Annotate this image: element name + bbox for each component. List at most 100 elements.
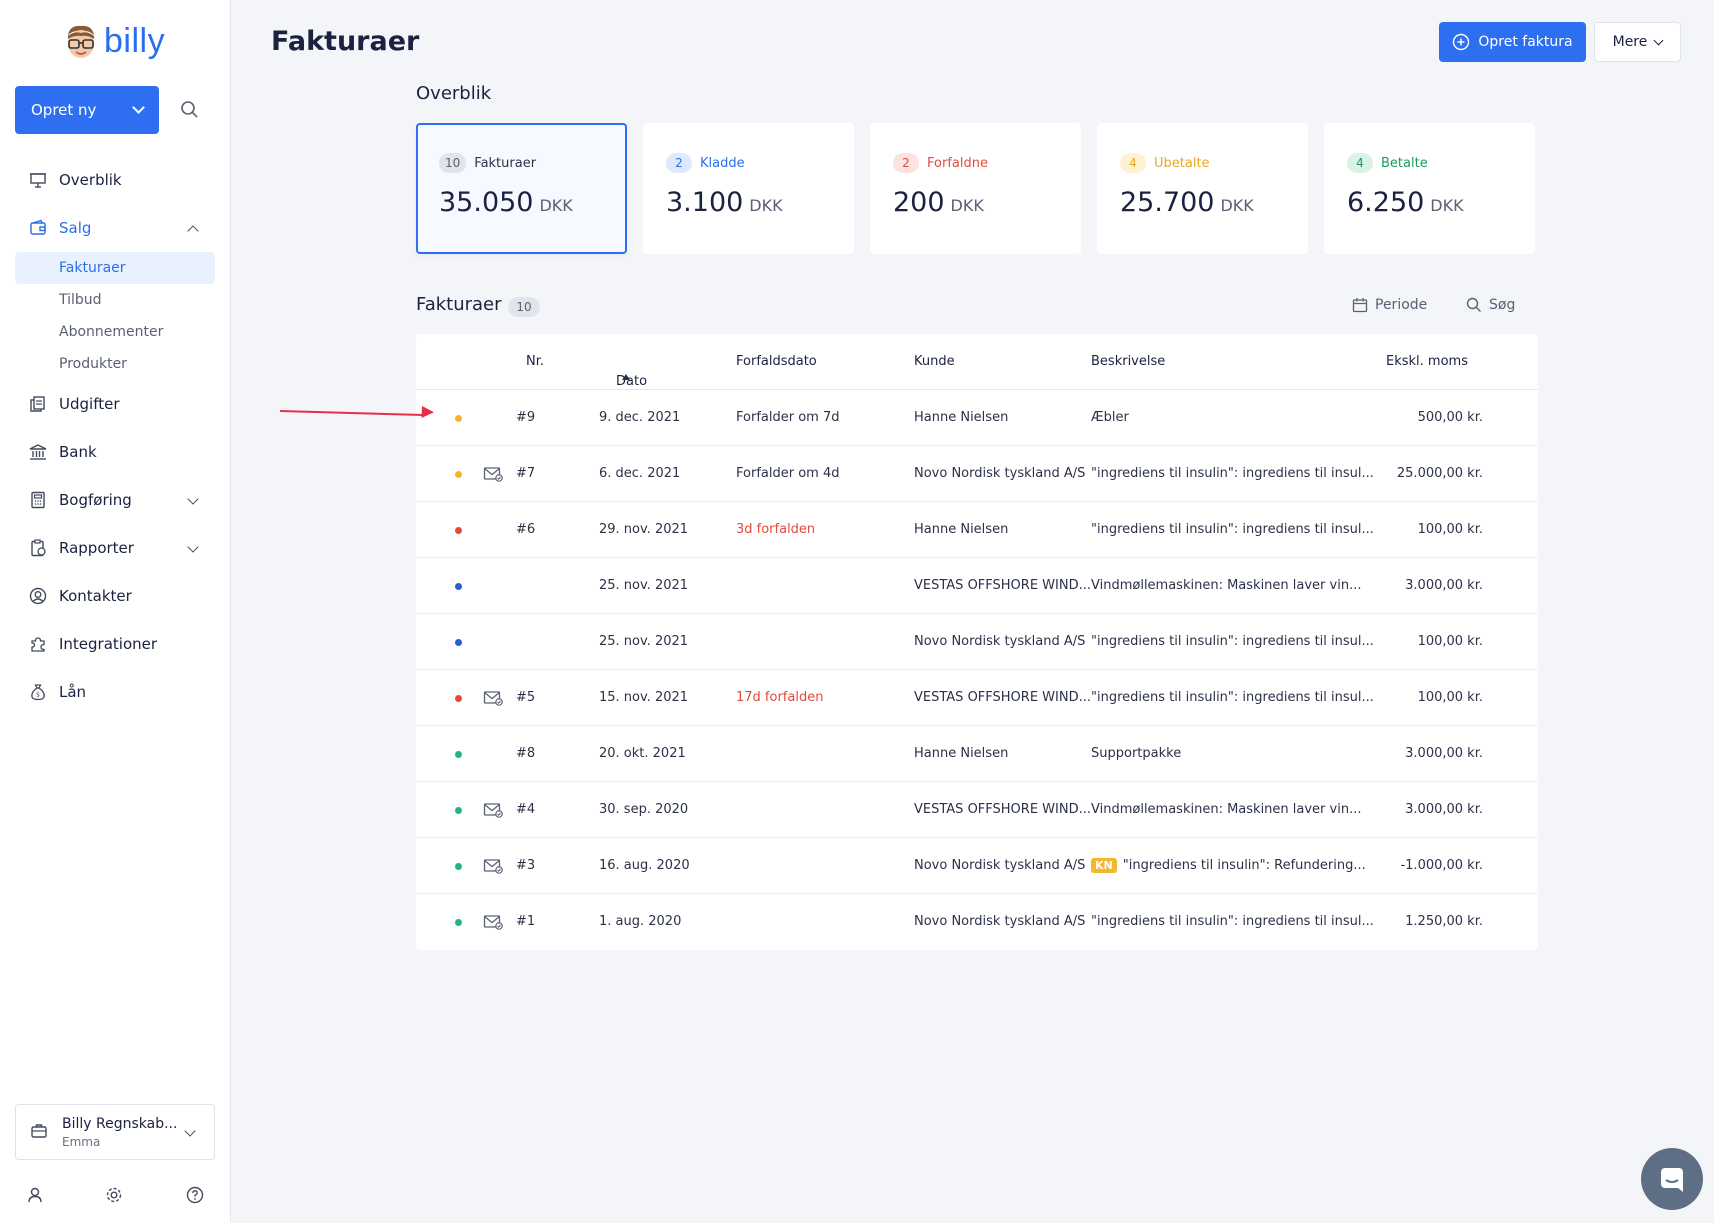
more-label: Mere: [1612, 34, 1648, 50]
sidebar-item-label: Kontakter: [59, 587, 132, 605]
cell-amount: 100,00 kr.: [1417, 634, 1483, 649]
chevron-down-icon: [187, 493, 199, 505]
sidebar-subitem-tilbud[interactable]: Tilbud: [15, 284, 215, 316]
help-icon[interactable]: [186, 1186, 206, 1206]
column-nr[interactable]: Nr.: [526, 354, 544, 369]
table-row[interactable]: 25. nov. 2021 VESTAS OFFSHORE WIND... Vi…: [416, 558, 1538, 614]
chevron-down-icon: [1653, 35, 1664, 45]
overview-card-betalte[interactable]: 4 Betalte 6.250 DKK: [1324, 123, 1535, 254]
card-label: Fakturaer: [474, 155, 537, 171]
table-row[interactable]: 25. nov. 2021 Novo Nordisk tyskland A/S …: [416, 614, 1538, 670]
sidebar-item-label: Salg: [59, 219, 92, 237]
billy-logo[interactable]: billy: [64, 22, 165, 61]
card-amount-unit: DKK: [950, 196, 984, 215]
table-row[interactable]: #5 15. nov. 2021 17d forfalden VESTAS OF…: [416, 670, 1538, 726]
card-amount: 6.250 DKK: [1347, 187, 1512, 218]
column-customer[interactable]: Kunde: [914, 354, 955, 369]
search-icon: [1466, 297, 1482, 313]
sidebar-item-bogforing[interactable]: Bogføring: [0, 476, 231, 524]
table-body: #9 9. dec. 2021 Forfalder om 7d Hanne Ni…: [416, 390, 1538, 950]
card-amount: 25.700 DKK: [1120, 187, 1285, 218]
user-icon[interactable]: [26, 1186, 46, 1206]
sidebar-item-kontakter[interactable]: Kontakter: [0, 572, 231, 620]
table-header: Nr. Dato Forfaldsdato Kunde Beskrivelse …: [416, 334, 1538, 390]
receipt-icon: [28, 394, 48, 414]
annotation-arrow-icon: [279, 406, 434, 418]
cell-due: Forfalder om 7d: [736, 410, 840, 425]
table-search[interactable]: Søg: [1466, 297, 1515, 313]
sidebar-item-label: Bogføring: [59, 491, 132, 509]
card-amount: 200 DKK: [893, 187, 1058, 218]
status-dot-icon: [455, 639, 462, 646]
cell-customer: Novo Nordisk tyskland A/S: [914, 634, 1086, 649]
mail-sent-icon: [483, 913, 503, 931]
status-dot-icon: [455, 415, 462, 422]
sidebar-item-label: Bank: [59, 443, 97, 461]
cell-date: 25. nov. 2021: [599, 634, 689, 649]
search-icon[interactable]: [180, 100, 200, 120]
period-filter[interactable]: Periode: [1352, 297, 1427, 313]
chevron-down-icon: [132, 101, 145, 114]
briefcase-icon: [30, 1122, 50, 1142]
sidebar-subitem-abonnementer[interactable]: Abonnementer: [15, 316, 215, 348]
chat-button[interactable]: [1641, 1148, 1703, 1210]
table-row[interactable]: #8 20. okt. 2021 Hanne Nielsen Supportpa…: [416, 726, 1538, 782]
cell-date: 20. okt. 2021: [599, 746, 686, 761]
cell-description: "ingrediens til insulin": ingrediens til…: [1091, 914, 1374, 929]
sidebar-item-overblik[interactable]: Overblik: [0, 156, 231, 204]
cell-description-text: "ingrediens til insulin": ingrediens til…: [1091, 522, 1374, 537]
card-label: Betalte: [1381, 155, 1428, 171]
cell-date: 29. nov. 2021: [599, 522, 689, 537]
sidebar-subitem-fakturaer[interactable]: Fakturaer: [15, 252, 215, 284]
create-invoice-button[interactable]: Opret faktura: [1439, 22, 1586, 62]
sidebar-item-bank[interactable]: Bank: [0, 428, 231, 476]
overview-card-ubetalte[interactable]: 4 Ubetalte 25.700 DKK: [1097, 123, 1308, 254]
card-header: 2 Kladde: [666, 153, 831, 173]
sidebar-footer: [0, 1186, 231, 1210]
card-amount-unit: DKK: [1220, 196, 1254, 215]
table-row[interactable]: #7 6. dec. 2021 Forfalder om 4d Novo Nor…: [416, 446, 1538, 502]
card-amount: 3.100 DKK: [666, 187, 831, 218]
cell-description-text: "ingrediens til insulin": Refundering...: [1122, 858, 1366, 873]
table-row[interactable]: #9 9. dec. 2021 Forfalder om 7d Hanne Ni…: [416, 390, 1538, 446]
table-row[interactable]: #4 30. sep. 2020 VESTAS OFFSHORE WIND...…: [416, 782, 1538, 838]
cell-date: 1. aug. 2020: [599, 914, 682, 929]
chevron-down-icon: [184, 1125, 196, 1137]
table-row[interactable]: #3 16. aug. 2020 Novo Nordisk tyskland A…: [416, 838, 1538, 894]
create-new-button[interactable]: Opret ny: [15, 86, 159, 134]
chevron-down-icon: [187, 541, 199, 553]
sidebar-item-udgifter[interactable]: Udgifter: [0, 380, 231, 428]
cell-due: Forfalder om 4d: [736, 466, 840, 481]
table-row[interactable]: #1 1. aug. 2020 Novo Nordisk tyskland A/…: [416, 894, 1538, 950]
cell-nr: #8: [516, 746, 536, 761]
overview-cards: 10 Fakturaer 35.050 DKK 2 Kladde 3.100 DKK…: [416, 123, 1535, 254]
overview-card-forfaldne[interactable]: 2 Forfaldne 200 DKK: [870, 123, 1081, 254]
gear-icon[interactable]: [105, 1186, 125, 1206]
cell-description-text: Vindmøllemaskinen: Maskinen laver vin...: [1091, 802, 1362, 817]
card-amount-unit: DKK: [749, 196, 783, 215]
column-due[interactable]: Forfaldsdato: [736, 354, 817, 369]
overview-card-fakturaer[interactable]: 10 Fakturaer 35.050 DKK: [416, 123, 627, 254]
report-icon: [28, 538, 48, 558]
sidebar-item-lan[interactable]: $ Lån: [0, 668, 231, 716]
cell-nr: #5: [516, 690, 536, 705]
overview-card-kladde[interactable]: 2 Kladde 3.100 DKK: [643, 123, 854, 254]
column-amount[interactable]: Ekskl. moms: [1386, 354, 1468, 369]
card-header: 4 Betalte: [1347, 153, 1512, 173]
cell-description: KN "ingrediens til insulin": Refundering.…: [1091, 858, 1366, 873]
column-description[interactable]: Beskrivelse: [1091, 354, 1165, 369]
sidebar-subitem-produkter[interactable]: Produkter: [15, 348, 215, 380]
sidebar-item-salg[interactable]: Salg: [0, 204, 231, 252]
invoices-toolbar: Fakturaer 10 Periode Søg: [416, 294, 1538, 318]
more-button[interactable]: Mere: [1594, 22, 1681, 62]
mail-sent-icon: [483, 801, 503, 819]
account-switcher[interactable]: Billy Regnskab... Emma: [15, 1104, 215, 1160]
sidebar-item-label: Lån: [59, 683, 87, 701]
calendar-icon: [1352, 297, 1368, 313]
cell-customer: VESTAS OFFSHORE WIND...: [914, 578, 1091, 593]
invoices-table: Nr. Dato Forfaldsdato Kunde Beskrivelse …: [416, 334, 1538, 950]
sidebar-item-rapporter[interactable]: Rapporter: [0, 524, 231, 572]
sidebar-nav: Overblik Salg Fakturaer Tilbud Abonnemen…: [0, 156, 231, 716]
sidebar-item-integrationer[interactable]: Integrationer: [0, 620, 231, 668]
table-row[interactable]: #6 29. nov. 2021 3d forfalden Hanne Niel…: [416, 502, 1538, 558]
